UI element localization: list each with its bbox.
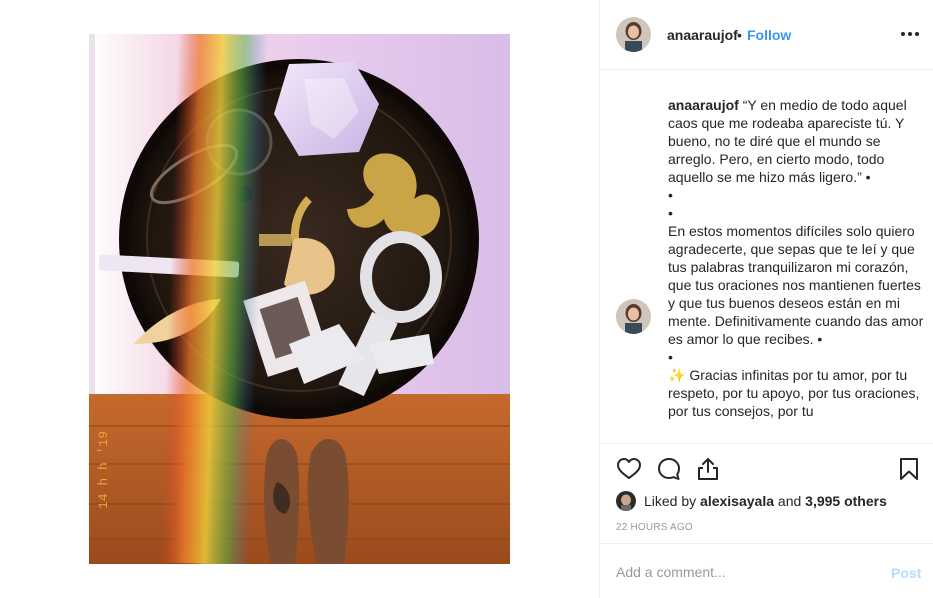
follow-button[interactable]: Follow: [747, 27, 791, 43]
post-details-pane: anaaraujof • Follow anaaraujof “Y en med…: [599, 0, 933, 598]
caption-line: •: [668, 187, 673, 203]
share-icon[interactable]: [695, 456, 721, 482]
bookmark-icon[interactable]: [896, 456, 922, 482]
avatar[interactable]: [616, 17, 651, 52]
post-comment-button[interactable]: Post: [891, 565, 921, 581]
caption-line: •: [668, 349, 673, 365]
more-options-icon[interactable]: [900, 24, 920, 44]
post-header: anaaraujof • Follow: [600, 0, 933, 70]
comment-icon[interactable]: [656, 456, 682, 482]
post-timestamp[interactable]: 22 HOURS AGO: [616, 522, 693, 533]
caption-line: •: [668, 205, 673, 221]
comment-input[interactable]: [616, 563, 866, 581]
likes-text: Liked by alexisayala and 3,995 others: [644, 493, 887, 509]
liked-by-prefix: Liked by: [644, 493, 701, 509]
post-photo-illustration: 14 h h '19: [89, 34, 510, 564]
heart-icon[interactable]: [616, 456, 642, 482]
liked-by-middle: and: [774, 493, 806, 509]
header-separator: •: [737, 27, 742, 43]
post-actions: Liked by alexisayala and 3,995 others 22…: [600, 443, 933, 543]
avatar-image: [616, 299, 651, 334]
sparkles-icon: ✨: [668, 367, 686, 383]
caption-line: En estos momentos difíciles solo quiero …: [668, 223, 928, 347]
comment-box: Post: [600, 543, 933, 598]
caption-username[interactable]: anaaraujof: [668, 97, 739, 113]
post-media-pane: 14 h h '19: [0, 0, 598, 598]
avatar-image: [616, 491, 636, 511]
liker-avatar[interactable]: [616, 491, 636, 511]
caption-avatar[interactable]: [616, 299, 651, 334]
caption-line: Gracias infinitas por tu amor, por tu re…: [668, 367, 924, 419]
photo-date-stamp: 14 h h '19: [96, 431, 111, 509]
post-photo[interactable]: 14 h h '19: [89, 34, 510, 564]
post-caption: anaaraujof “Y en medio de todo aquel cao…: [668, 96, 926, 420]
liked-by-user[interactable]: alexisayala: [700, 493, 774, 509]
header-username[interactable]: anaaraujof: [667, 27, 738, 43]
comments-scroll-area[interactable]: anaaraujof “Y en medio de todo aquel cao…: [600, 71, 933, 443]
likes-count[interactable]: 3,995 others: [805, 493, 887, 509]
avatar-image: [616, 17, 651, 52]
